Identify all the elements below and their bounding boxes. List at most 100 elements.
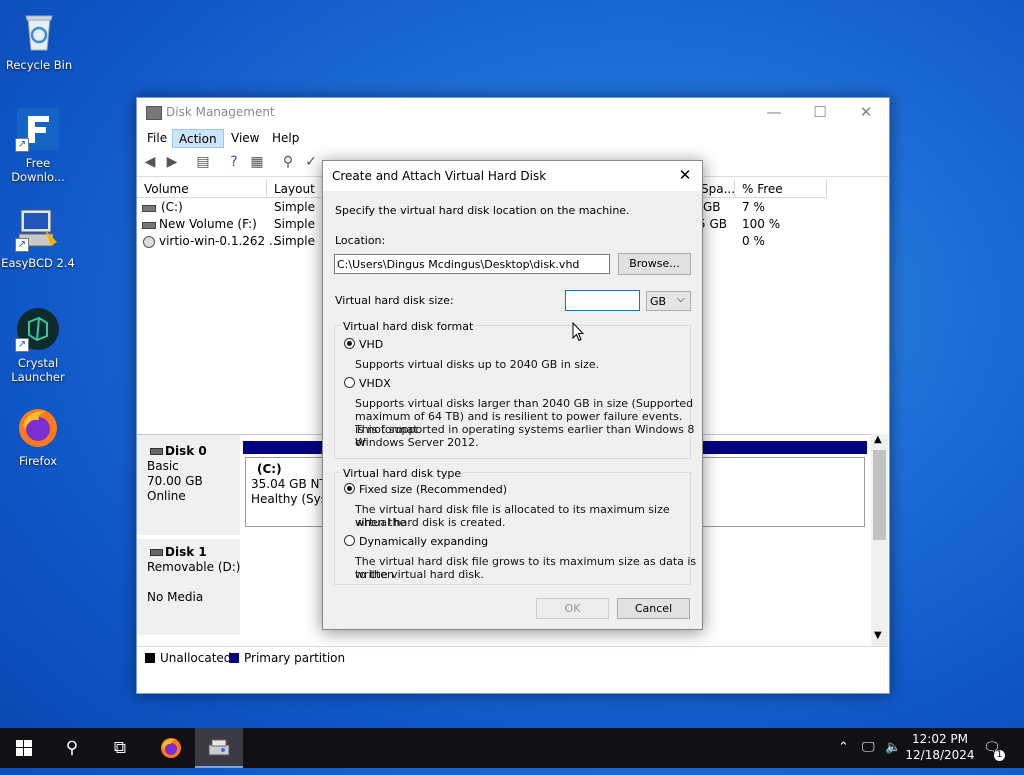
network-icon[interactable]: 🖵 (862, 728, 880, 768)
vertical-scrollbar[interactable]: ▲ ▼ (871, 434, 888, 646)
size-unit-value: GB (650, 295, 667, 308)
window-title: Disk Management (166, 105, 275, 119)
maximize-button[interactable]: ☐ (797, 98, 843, 128)
start-button[interactable] (0, 728, 48, 768)
menu-action[interactable]: Action (172, 129, 224, 148)
dialog-instruction: Specify the virtual hard disk location o… (335, 204, 630, 217)
window-titlebar[interactable]: Disk Management — ☐ ✕ (137, 98, 889, 128)
drive-icon (142, 205, 156, 212)
create-vhd-dialog: Create and Attach Virtual Hard Disk ✕ Sp… (322, 160, 703, 630)
desktop-icon-crystal-launcher[interactable]: ↗ Crystal Launcher (0, 306, 76, 384)
format-group-title: Virtual hard disk format (341, 320, 476, 333)
column-free[interactable]: % Free (735, 180, 827, 198)
location-label: Location: (335, 234, 386, 247)
vhd-desc: Supports virtual disks up to 2040 GB in … (355, 358, 600, 371)
disk-0-type: Basic (147, 459, 179, 473)
shortcut-arrow-icon: ↗ (15, 138, 29, 152)
volume-space: GB (703, 200, 721, 214)
connect-icon[interactable]: ⚲ (280, 154, 296, 170)
taskbar: ⚲ ⧉ ⌃ 🖵 🔈 12:02 PM 12/18/2024 🗨 1 (0, 728, 1024, 768)
desktop-icon-label: Firefox (18, 454, 58, 468)
notification-count: 1 (994, 750, 1005, 761)
desktop-icon-label: Crystal Launcher (11, 356, 65, 384)
vhdx-label[interactable]: VHDX (359, 377, 391, 390)
disk-1-status: No Media (147, 590, 204, 604)
desktop-icon-free-download[interactable]: ↗ Free Downlo... (0, 106, 76, 184)
mouse-cursor-icon (572, 322, 584, 342)
menu-view[interactable]: View (225, 129, 265, 148)
desktop-icon-firefox[interactable]: Firefox (0, 404, 76, 468)
desktop-icon-recycle-bin[interactable]: Recycle Bin (1, 8, 77, 72)
disk-0-status: Online (147, 489, 186, 503)
volume-name: New Volume (F:) (159, 217, 257, 231)
back-icon[interactable]: ◀ (142, 154, 158, 170)
cancel-button[interactable]: Cancel (617, 598, 690, 619)
scroll-up-icon[interactable]: ▲ (874, 434, 882, 445)
drive-icon (142, 222, 156, 229)
clock-time: 12:02 PM (912, 732, 968, 746)
menu-bar: File Action View Help (137, 128, 889, 148)
desktop-icon-label: Free Downlo... (11, 156, 65, 184)
easybcd-icon: ↗ (15, 206, 61, 252)
dynamic-label[interactable]: Dynamically expanding (359, 535, 488, 548)
crystal-launcher-icon: ↗ (15, 306, 61, 352)
volume-free: 7 % (742, 200, 765, 214)
clock-date: 12/18/2024 (905, 748, 975, 762)
fixed-size-radio[interactable] (344, 483, 355, 494)
disk-1-name: Disk 1 (165, 545, 207, 559)
scroll-down-icon[interactable]: ▼ (874, 630, 882, 641)
menu-help[interactable]: Help (266, 129, 305, 148)
dynamic-desc: to the virtual hard disk. (355, 568, 484, 581)
volume-layout: Simple (274, 234, 315, 248)
check-icon[interactable]: ✓ (303, 154, 319, 170)
close-button[interactable]: ✕ (843, 98, 889, 128)
size-unit-select[interactable]: GB ⌵ (646, 291, 691, 311)
task-view-icon[interactable]: ⧉ (96, 728, 144, 768)
legend: Unallocated Primary partition (137, 646, 888, 671)
cd-drive-icon (143, 236, 155, 248)
search-icon[interactable]: ⚲ (48, 728, 96, 768)
volume-name: virtio-win-0.1.262 ... (159, 234, 281, 248)
size-input[interactable] (565, 290, 640, 311)
vhd-label[interactable]: VHD (359, 338, 383, 351)
column-volume[interactable]: Volume (137, 180, 267, 198)
dialog-titlebar[interactable]: Create and Attach Virtual Hard Disk ✕ (323, 161, 702, 191)
taskbar-firefox-icon[interactable] (147, 728, 195, 768)
minimize-button[interactable]: — (751, 98, 797, 128)
disk-management-app-icon (146, 106, 162, 120)
taskbar-disk-management-icon[interactable] (195, 728, 243, 768)
desktop-icon-label: Recycle Bin (5, 58, 73, 72)
browse-button[interactable]: Browse... (618, 253, 691, 275)
properties-icon[interactable]: ▦ (249, 154, 265, 170)
size-label: Virtual hard disk size: (335, 294, 454, 307)
shortcut-arrow-icon: ↗ (15, 338, 29, 352)
menu-file[interactable]: File (141, 129, 173, 148)
volume-muted-icon[interactable]: 🔈 (885, 728, 903, 768)
partition-name: (C:) (257, 462, 282, 476)
tray-chevron-icon[interactable]: ⌃ (838, 728, 854, 768)
dialog-close-button[interactable]: ✕ (674, 165, 696, 187)
recycle-bin-icon (16, 8, 62, 54)
clock[interactable]: 12:02 PM 12/18/2024 (905, 728, 975, 768)
type-group-title: Virtual hard disk type (341, 467, 464, 480)
scroll-thumb[interactable] (873, 450, 886, 540)
show-hide-tree-icon[interactable]: ▤ (195, 154, 211, 170)
windows-logo-icon (16, 740, 32, 756)
help-icon[interactable]: ? (226, 154, 242, 170)
legend-unallocated-label: Unallocated (160, 651, 232, 665)
forward-icon[interactable]: ▶ (164, 154, 180, 170)
vhd-radio[interactable] (344, 338, 355, 349)
disk-icon (150, 448, 163, 455)
ok-button[interactable]: OK (536, 598, 609, 619)
volume-name: (C:) (161, 200, 183, 214)
volume-free: 0 % (742, 234, 765, 248)
dynamic-radio[interactable] (344, 535, 355, 546)
notification-center-icon[interactable]: 🗨 1 (983, 728, 1005, 768)
fixed-size-label[interactable]: Fixed size (Recommended) (359, 483, 507, 496)
volume-layout: Simple (274, 217, 315, 231)
desktop-icon-easybcd[interactable]: ↗ EasyBCD 2.4 (0, 206, 76, 270)
location-input[interactable]: C:\Users\Dingus Mcdingus\Desktop\disk.vh… (334, 254, 610, 274)
fixed-size-desc: virtual hard disk is created. (355, 516, 506, 529)
column-layout[interactable]: Layout (267, 180, 327, 198)
vhdx-radio[interactable] (344, 377, 355, 388)
